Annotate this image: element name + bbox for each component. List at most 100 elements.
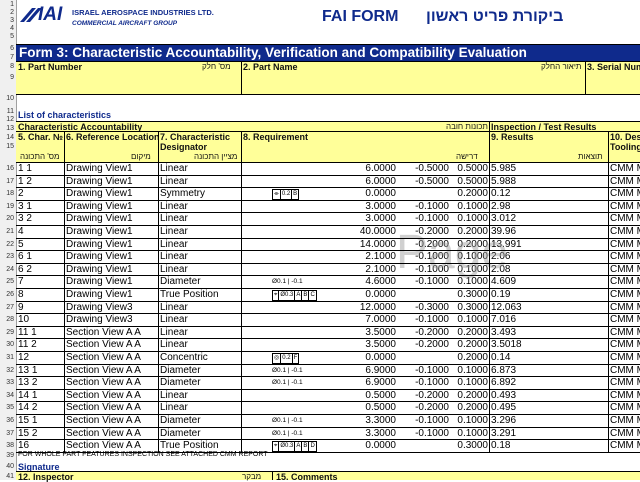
char-number-cell[interactable]: 14 2 [18,402,63,413]
requirement-nominal-cell[interactable]: 3.5000 [336,339,396,350]
reference-location-cell[interactable]: Section View A A [66,339,158,350]
row-number[interactable]: 41 [0,473,16,480]
result-cell[interactable]: 0.18 [491,440,606,451]
requirement-nominal-cell[interactable]: 3.3000 [336,415,396,426]
tooling-cell[interactable]: CMM M [610,251,640,262]
result-cell[interactable]: 3.291 [491,428,606,439]
requirement-upper-tol-cell[interactable]: 0.5000 [451,176,488,187]
char-number-cell[interactable]: 11 1 [18,327,63,338]
char-number-cell[interactable]: 5 [18,239,63,250]
requirement-nominal-cell[interactable]: 40.0000 [336,226,396,237]
row-number[interactable]: 12 [0,116,16,123]
row-number[interactable]: 27 [0,304,16,311]
requirement-nominal-cell[interactable]: 0.5000 [336,390,396,401]
char-number-cell[interactable]: 13 1 [18,365,63,376]
row-number[interactable]: 2 [0,9,16,16]
reference-location-cell[interactable]: Drawing View1 [66,213,158,224]
tooling-cell[interactable]: CMM M [610,201,640,212]
char-number-cell[interactable]: 16 [18,440,63,451]
designator-cell[interactable]: Linear [160,239,240,250]
requirement-nominal-cell[interactable]: 0.0000 [336,440,396,451]
row-number[interactable]: 37 [0,430,16,437]
requirement-lower-tol-cell[interactable]: -0.1000 [401,377,449,388]
requirement-upper-tol-cell[interactable]: 0.2000 [451,390,488,401]
requirement-upper-tol-cell[interactable]: 0.2000 [451,339,488,350]
designator-cell[interactable]: Linear [160,327,240,338]
requirement-upper-tol-cell[interactable]: 0.2000 [451,188,488,199]
row-number[interactable]: 39 [0,452,16,459]
tooling-cell[interactable]: CMM M [610,302,640,313]
designator-cell[interactable]: True Position [160,440,240,451]
result-cell[interactable]: 5.985 [491,163,606,174]
requirement-nominal-cell[interactable]: 0.5000 [336,402,396,413]
row-number[interactable]: 7 [0,54,16,61]
requirement-lower-tol-cell[interactable]: -0.1000 [401,201,449,212]
designator-cell[interactable]: Linear [160,314,240,325]
row-number[interactable]: 14 [0,134,16,141]
requirement-upper-tol-cell[interactable]: 0.2000 [451,352,488,363]
requirement-nominal-cell[interactable]: 6.9000 [336,365,396,376]
row-number[interactable]: 15 [0,143,16,150]
row-number[interactable]: 26 [0,291,16,298]
tooling-cell[interactable]: CMM M [610,365,640,376]
requirement-nominal-cell[interactable]: 6.0000 [336,163,396,174]
requirement-upper-tol-cell[interactable]: 0.1000 [451,201,488,212]
tooling-cell[interactable]: CMM M [610,440,640,451]
requirement-upper-tol-cell[interactable]: 0.1000 [451,213,488,224]
requirement-nominal-cell[interactable]: 7.0000 [336,314,396,325]
requirement-upper-tol-cell[interactable]: 0.2000 [451,327,488,338]
requirement-nominal-cell[interactable]: 3.0000 [336,213,396,224]
row-number[interactable]: 5 [0,33,16,40]
requirement-lower-tol-cell[interactable]: -0.1000 [401,213,449,224]
tooling-cell[interactable]: CMM M [610,339,640,350]
char-number-cell[interactable]: 11 2 [18,339,63,350]
reference-location-cell[interactable]: Section View A A [66,415,158,426]
result-cell[interactable]: 2.06 [491,251,606,262]
char-number-cell[interactable]: 9 [18,302,63,313]
char-number-cell[interactable]: 6 1 [18,251,63,262]
reference-location-cell[interactable]: Drawing View1 [66,239,158,250]
row-number[interactable]: 1 [0,1,16,8]
row-number[interactable]: 35 [0,404,16,411]
requirement-nominal-cell[interactable]: 6.0000 [336,176,396,187]
designator-cell[interactable]: Linear [160,402,240,413]
reference-location-cell[interactable]: Section View A A [66,377,158,388]
designator-cell[interactable]: Diameter [160,365,240,376]
requirement-lower-tol-cell[interactable]: -0.2000 [401,327,449,338]
reference-location-cell[interactable]: Drawing View1 [66,264,158,275]
reference-location-cell[interactable]: Drawing View1 [66,188,158,199]
tooling-cell[interactable]: CMM M [610,352,640,363]
designator-cell[interactable]: Linear [160,201,240,212]
requirement-nominal-cell[interactable]: 3.3000 [336,428,396,439]
requirement-nominal-cell[interactable]: 14.0000 [336,239,396,250]
char-number-cell[interactable]: 2 [18,188,63,199]
designator-cell[interactable]: Linear [160,251,240,262]
row-number[interactable]: 25 [0,278,16,285]
row-number[interactable]: 16 [0,165,16,172]
char-number-cell[interactable]: 13 2 [18,377,63,388]
tooling-cell[interactable]: CMM M [610,239,640,250]
row-number[interactable]: 8 [0,63,16,70]
tooling-cell[interactable]: CMM M [610,176,640,187]
char-number-cell[interactable]: 12 [18,352,63,363]
designator-cell[interactable]: Diameter [160,377,240,388]
tooling-cell[interactable]: CMM M [610,188,640,199]
requirement-lower-tol-cell[interactable]: -0.2000 [401,390,449,401]
requirement-upper-tol-cell[interactable]: 0.1000 [451,365,488,376]
requirement-lower-tol-cell[interactable]: -0.1000 [401,428,449,439]
char-number-cell[interactable]: 3 2 [18,213,63,224]
result-cell[interactable]: 39.96 [491,226,606,237]
tooling-cell[interactable]: CMM M [610,276,640,287]
result-cell[interactable]: 0.12 [491,188,606,199]
result-cell[interactable]: 2.98 [491,201,606,212]
requirement-upper-tol-cell[interactable]: 0.3000 [451,289,488,300]
row-number[interactable]: 3 [0,17,16,24]
reference-location-cell[interactable]: Drawing View1 [66,226,158,237]
result-cell[interactable]: 13.991 [491,239,606,250]
row-number[interactable]: 10 [0,95,16,102]
row-number[interactable]: 17 [0,178,16,185]
reference-location-cell[interactable]: Section View A A [66,390,158,401]
reference-location-cell[interactable]: Drawing View1 [66,176,158,187]
requirement-lower-tol-cell[interactable]: -0.2000 [401,339,449,350]
row-number[interactable]: 40 [0,463,16,470]
